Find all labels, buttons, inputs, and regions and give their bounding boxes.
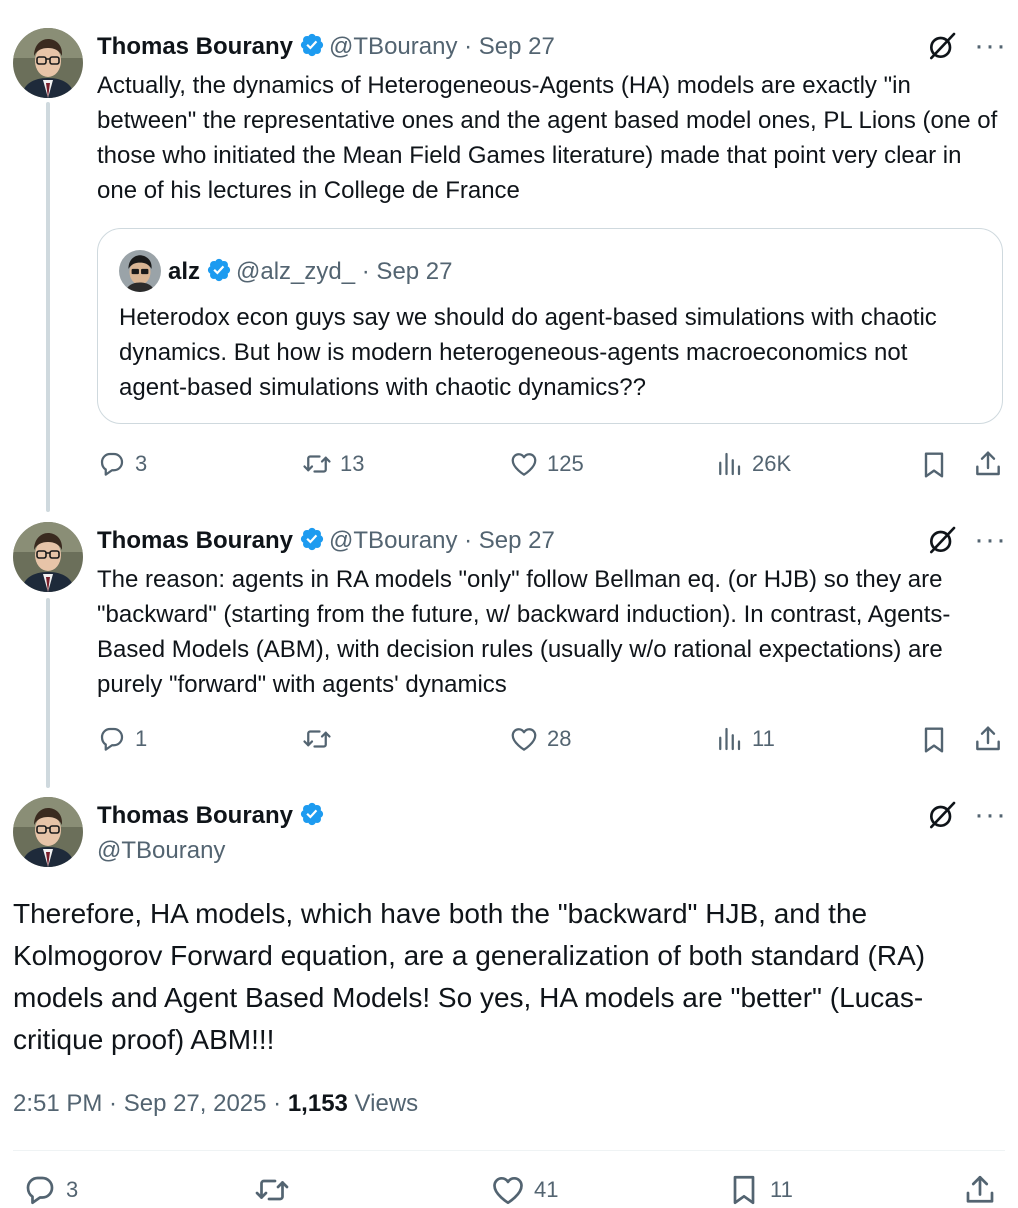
repost-icon bbox=[254, 1172, 290, 1208]
bookmark-icon[interactable] bbox=[918, 449, 950, 481]
tweet-header: Thomas Bourany @TBourany · Sep 27 bbox=[97, 526, 555, 559]
reply-count: 3 bbox=[66, 1177, 79, 1202]
repost-button[interactable]: 13 bbox=[302, 449, 364, 479]
grok-icon[interactable] bbox=[926, 30, 958, 62]
like-button[interactable]: 41 bbox=[490, 1172, 558, 1208]
views-label: Views bbox=[347, 1090, 419, 1117]
repost-button[interactable] bbox=[302, 724, 340, 754]
author-name[interactable]: Thomas Bourany bbox=[97, 802, 293, 829]
like-count: 41 bbox=[534, 1177, 559, 1202]
more-icon[interactable]: ··· bbox=[974, 31, 1007, 61]
avatar[interactable] bbox=[119, 250, 161, 292]
reply-count: 1 bbox=[135, 726, 148, 751]
bookmark-button[interactable]: 11 bbox=[726, 1172, 793, 1208]
views-icon bbox=[714, 449, 744, 479]
bookmark-count: 11 bbox=[770, 1177, 793, 1202]
reply-icon bbox=[22, 1172, 58, 1208]
quote-handle-time[interactable]: @alz_zyd_ · Sep 27 bbox=[236, 258, 452, 285]
quote-text: Heterodox econ guys say we should do age… bbox=[119, 304, 937, 401]
divider bbox=[13, 1150, 1005, 1151]
avatar[interactable] bbox=[13, 522, 83, 592]
views-button[interactable]: 26K bbox=[714, 449, 791, 479]
verified-badge-icon bbox=[206, 257, 232, 283]
like-button[interactable]: 125 bbox=[509, 449, 584, 479]
quote-author-name[interactable]: alz bbox=[168, 258, 200, 285]
tweet-header: Thomas Bourany @TBourany · Sep 27 bbox=[97, 32, 555, 65]
like-icon bbox=[490, 1172, 526, 1208]
verified-badge-icon bbox=[299, 801, 325, 827]
more-icon[interactable]: ··· bbox=[974, 800, 1007, 830]
verified-badge-icon bbox=[299, 526, 325, 552]
reply-icon bbox=[97, 724, 127, 754]
bookmark-icon[interactable] bbox=[918, 724, 950, 756]
repost-button[interactable] bbox=[254, 1172, 290, 1208]
tweet-text: Actually, the dynamics of Heterogeneous-… bbox=[97, 72, 998, 204]
main-tweet-text: Therefore, HA models, which have both th… bbox=[13, 898, 926, 1055]
author-handle-time[interactable]: @TBourany · Sep 27 bbox=[329, 33, 555, 60]
share-icon[interactable] bbox=[972, 723, 1004, 755]
thread-line bbox=[46, 598, 50, 788]
quoted-tweet[interactable]: alz @alz_zyd_ · Sep 27 Heterodox econ guy… bbox=[97, 228, 1003, 424]
like-icon bbox=[509, 449, 539, 479]
author-name[interactable]: Thomas Bourany bbox=[97, 33, 293, 60]
like-count: 28 bbox=[547, 726, 572, 751]
reply-button[interactable]: 3 bbox=[22, 1172, 78, 1208]
views-icon bbox=[714, 724, 744, 754]
timestamp[interactable]: 2:51 PM · Sep 27, 2025 · bbox=[13, 1090, 288, 1117]
repost-count: 13 bbox=[340, 451, 365, 476]
grok-icon[interactable] bbox=[926, 799, 958, 831]
share-icon[interactable] bbox=[972, 448, 1004, 480]
bookmark-icon bbox=[726, 1172, 762, 1208]
views-count: 26K bbox=[752, 451, 792, 476]
grok-icon[interactable] bbox=[926, 524, 958, 556]
views-button[interactable]: 11 bbox=[714, 724, 775, 754]
reply-button[interactable]: 1 bbox=[97, 724, 147, 754]
main-tweet-header: Thomas Bourany bbox=[97, 801, 329, 834]
share-icon[interactable] bbox=[962, 1172, 998, 1208]
tweet-text: The reason: agents in RA models "only" f… bbox=[97, 566, 951, 698]
reply-count: 3 bbox=[135, 451, 148, 476]
like-icon bbox=[509, 724, 539, 754]
views-total: 1,153 bbox=[287, 1090, 348, 1117]
repost-icon bbox=[302, 449, 332, 479]
like-button[interactable]: 28 bbox=[509, 724, 571, 754]
avatar[interactable] bbox=[13, 797, 83, 867]
quote-header: alz @alz_zyd_ · Sep 27 bbox=[168, 257, 453, 290]
more-icon[interactable]: ··· bbox=[974, 525, 1007, 555]
avatar[interactable] bbox=[13, 28, 83, 98]
author-handle-time[interactable]: @TBourany · Sep 27 bbox=[329, 527, 555, 554]
repost-icon bbox=[302, 724, 332, 754]
author-handle[interactable]: @TBourany bbox=[97, 836, 225, 866]
reply-button[interactable]: 3 bbox=[97, 449, 147, 479]
reply-icon bbox=[97, 449, 127, 479]
verified-badge-icon bbox=[299, 32, 325, 58]
views-count: 11 bbox=[752, 726, 775, 751]
like-count: 125 bbox=[547, 451, 584, 476]
author-name[interactable]: Thomas Bourany bbox=[97, 527, 293, 554]
thread-line bbox=[46, 102, 50, 512]
tweet-meta: 2:51 PM · Sep 27, 2025 · 1,153 Views bbox=[13, 1090, 418, 1118]
